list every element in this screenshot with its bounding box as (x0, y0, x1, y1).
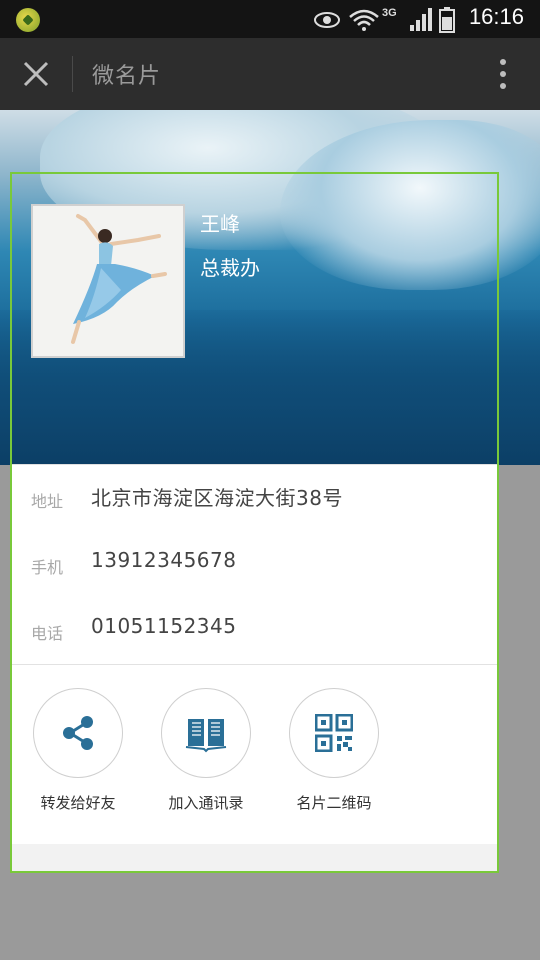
share-icon (63, 716, 93, 750)
app-icon (16, 8, 40, 32)
contacts-circle[interactable] (161, 688, 251, 778)
eye-icon (314, 12, 340, 28)
network-type: 3G (382, 7, 397, 19)
business-card: 王峰 总裁办 地址 北京市海淀区海淀大街38号 手机 13912345678 电… (10, 172, 499, 873)
phone-label: 电话 (31, 624, 64, 643)
avatar[interactable] (31, 204, 185, 358)
share-label: 转发给好友 (40, 794, 116, 812)
title-divider (72, 56, 73, 92)
battery-icon (439, 7, 455, 33)
title-bar: 微名片 (0, 38, 540, 110)
card-name: 王峰 (200, 212, 240, 236)
close-icon (23, 61, 49, 87)
more-button[interactable] (488, 54, 518, 94)
mobile-label: 手机 (31, 558, 64, 577)
qr-code-icon (315, 714, 353, 752)
book-icon (185, 719, 227, 753)
clock: 16:16 (468, 4, 524, 29)
page-title: 微名片 (92, 64, 162, 89)
info-row-phone[interactable]: 电话 01051152345 (12, 600, 497, 660)
add-to-contacts-button[interactable]: 加入通讯录 (146, 688, 266, 813)
qr-code-button[interactable]: 名片二维码 (274, 688, 394, 813)
card-info: 地址 北京市海淀区海淀大街38号 手机 13912345678 电话 01051… (12, 464, 497, 871)
share-to-friend-button[interactable]: 转发给好友 (18, 688, 138, 813)
info-row-address[interactable]: 地址 北京市海淀区海淀大街38号 (12, 468, 497, 528)
qr-label: 名片二维码 (296, 794, 372, 812)
status-bar: 3G 16:16 (0, 0, 540, 38)
card-footer (12, 844, 497, 871)
more-vertical-icon (500, 59, 506, 89)
signal-icon (410, 8, 432, 31)
wifi-icon (349, 9, 379, 31)
card-department: 总裁办 (200, 256, 260, 280)
address-value: 北京市海淀区海淀大街38号 (91, 486, 343, 510)
card-header: 王峰 总裁办 (12, 174, 497, 464)
contacts-label: 加入通讯录 (168, 794, 244, 812)
status-icons: 3G (314, 7, 455, 33)
dancer-photo (33, 206, 183, 356)
qr-circle[interactable] (289, 688, 379, 778)
close-button[interactable] (14, 52, 58, 96)
divider (12, 664, 497, 665)
address-label: 地址 (31, 492, 64, 511)
share-circle[interactable] (33, 688, 123, 778)
info-row-mobile[interactable]: 手机 13912345678 (12, 534, 497, 594)
mobile-value: 13912345678 (91, 548, 237, 572)
phone-value: 01051152345 (91, 614, 237, 638)
